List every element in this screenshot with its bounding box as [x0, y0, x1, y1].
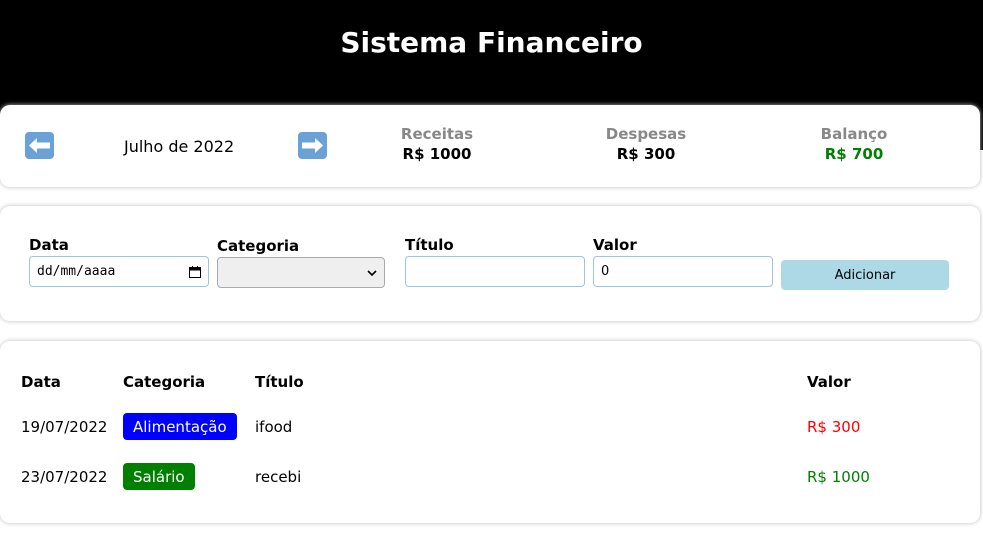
info-area: Julho de 2022 Receitas R$ 1000 Despesas …	[0, 105, 980, 187]
date-label: Data	[29, 236, 69, 254]
resume-receitas: Receitas R$ 1000	[347, 125, 527, 165]
resume-label: Despesas	[605, 125, 687, 143]
resume-despesas: Despesas R$ 300	[556, 125, 736, 165]
resume-label: Balanço	[820, 125, 888, 143]
resume-label: Receitas	[400, 125, 474, 143]
category-badge: Salário	[123, 463, 195, 490]
row-title: ifood	[255, 418, 293, 436]
column-header-value: Valor	[807, 373, 851, 391]
category-label: Categoria	[217, 237, 300, 255]
row-value: R$ 1000	[807, 468, 870, 486]
prev-month-button[interactable]	[25, 132, 54, 159]
row-title: recebi	[255, 468, 302, 486]
category-select[interactable]	[217, 257, 385, 288]
row-date: 19/07/2022	[21, 418, 108, 436]
arrow-left-icon	[29, 138, 50, 153]
column-header-title: Título	[255, 373, 304, 391]
column-header-date: Data	[21, 373, 61, 391]
resume-value: R$ 700	[824, 145, 884, 163]
title-input[interactable]	[405, 256, 585, 287]
row-date: 23/07/2022	[21, 468, 108, 486]
date-input[interactable]: dd/mm/aaaa	[29, 256, 209, 287]
date-placeholder: dd/mm/aaaa	[37, 264, 116, 279]
value-input[interactable]: 0	[593, 256, 773, 287]
title-label: Título	[405, 236, 454, 254]
category-badge: Alimentação	[123, 413, 237, 440]
resume-value: R$ 1000	[402, 145, 472, 163]
column-header-category: Categoria	[123, 373, 206, 391]
resume-balanco: Balanço R$ 700	[764, 125, 944, 165]
date-field-group: Data dd/mm/aaaa	[29, 236, 209, 287]
input-area: Data dd/mm/aaaa Categoria Título Valor 0…	[0, 206, 980, 321]
value-field-group: Valor 0	[593, 236, 773, 287]
resume-value: R$ 300	[616, 145, 676, 163]
calendar-icon[interactable]	[189, 265, 201, 278]
current-month: Julho de 2022	[124, 137, 235, 156]
chevron-down-icon	[367, 265, 377, 280]
transactions-table: Data Categoria Título Valor 19/07/2022 A…	[0, 341, 980, 523]
row-value: R$ 300	[807, 418, 861, 436]
value-label: Valor	[593, 236, 637, 254]
page-title: Sistema Financeiro	[340, 26, 643, 59]
arrow-right-icon	[302, 138, 323, 153]
next-month-button[interactable]	[298, 132, 327, 159]
add-button[interactable]: Adicionar	[781, 260, 949, 290]
category-field-group: Categoria	[217, 237, 397, 288]
title-field-group: Título	[405, 236, 585, 287]
